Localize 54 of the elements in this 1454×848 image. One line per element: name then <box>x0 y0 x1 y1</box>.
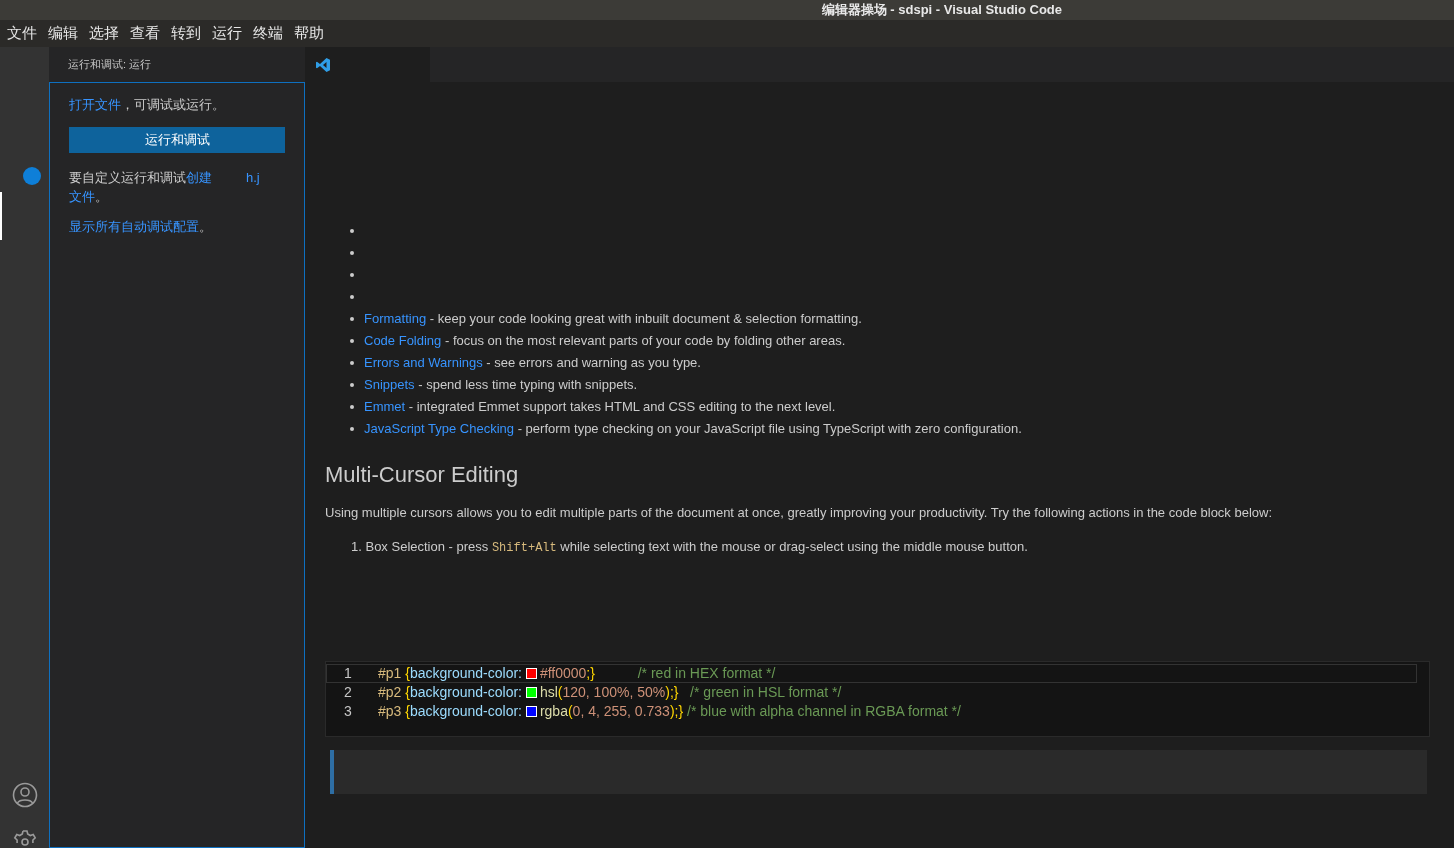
settings-icon[interactable] <box>12 829 38 848</box>
bullet-icon <box>350 317 354 321</box>
menu-item[interactable]: 帮助 <box>294 22 324 45</box>
feature-description: Code Folding - focus on the most relevant parts of your code by folding other areas. <box>364 332 846 350</box>
menu-item[interactable]: 文件 <box>7 22 37 45</box>
menu-item[interactable]: 终端 <box>253 22 283 45</box>
line-number: 1 <box>343 663 353 683</box>
feature-description: Formatting - keep your code looking great with inbuilt document & selection formatting. <box>364 310 862 328</box>
feature-link[interactable]: Emmet <box>364 399 406 414</box>
customize-text: 要自定义运行和调试创建 h.j 文件。 <box>69 168 261 206</box>
feature-link[interactable]: Formatting <box>364 311 427 326</box>
bullet-icon <box>350 405 354 409</box>
code-text: #p2 {background-color: hsl(120, 100%, 50%);} /* green in HSL format */ <box>378 682 842 702</box>
open-file-text: 打开文件，可调试或运行。 <box>69 96 226 114</box>
paragraph: Using multiple cursors allows you to edit multiple parts of the document at once, greatly improving your productivity. Try the following actions in the code block below: <box>325 504 1274 522</box>
feature-link[interactable]: Snippets <box>364 377 415 392</box>
bullet-icon <box>350 339 354 343</box>
vscode-logo-icon <box>315 56 331 73</box>
feature-description: Snippets - spend less time typing with snippets. <box>364 376 638 394</box>
active-indicator <box>0 192 2 240</box>
feature-link[interactable]: JavaScript Type Checking <box>364 421 515 436</box>
section-heading: Multi-Cursor Editing <box>325 461 520 489</box>
list-item: 1. Box Selection - press Shift+Alt while selecting text with the mouse or drag-select using the middle mouse button. <box>351 537 1029 557</box>
menu-item[interactable]: 编辑 <box>48 22 78 45</box>
line-number: 3 <box>343 701 353 721</box>
code-text: #p1 {background-color: #ff0000;} /* red in HEX format */ <box>378 663 776 683</box>
sidebar-title: 运行和调试: 运行 <box>68 57 152 73</box>
bullet-icon <box>350 361 354 365</box>
line-number: 2 <box>343 682 353 702</box>
show-configs-text: 显示所有自动调试配置。 <box>69 217 213 236</box>
create-link[interactable]: 创建 <box>186 169 212 185</box>
editor-tab[interactable] <box>305 47 430 82</box>
menu-item[interactable]: 转到 <box>171 22 201 45</box>
bullet-icon <box>350 229 354 233</box>
run-and-debug-button[interactable]: 运行和调试 <box>69 126 285 153</box>
bullet-icon <box>350 251 354 255</box>
bullet-icon <box>350 383 354 387</box>
feature-description: JavaScript Type Checking - perform type checking on your JavaScript file using TypeScript with zero configuration. <box>364 420 1022 438</box>
show-configs-link[interactable]: 显示所有自动调试配置 <box>69 218 199 234</box>
account-icon[interactable] <box>12 782 38 808</box>
feature-description: Emmet - integrated Emmet support takes HTML and CSS editing to the next level. <box>364 398 836 416</box>
menu-item[interactable]: 选择 <box>89 22 119 45</box>
bullet-icon <box>350 273 354 277</box>
window-title: 编辑器操场 - sdspi - Visual Studio Code <box>821 1 1062 20</box>
feature-link[interactable]: Code Folding <box>364 333 442 348</box>
menu-item[interactable]: 运行 <box>212 22 242 45</box>
menu-item[interactable]: 查看 <box>130 22 160 45</box>
run-debug-icon[interactable] <box>23 167 41 185</box>
feature-description: Errors and Warnings - see errors and warning as you type. <box>364 354 701 372</box>
bullet-icon <box>350 295 354 299</box>
bullet-icon <box>350 427 354 431</box>
open-file-link[interactable]: 打开文件 <box>69 97 121 112</box>
feature-link[interactable]: Errors and Warnings <box>364 355 483 370</box>
code-text: #p3 {background-color: rgba(0, 4, 255, 0.733);} /* blue with alpha channel in RGBA format */ <box>378 701 961 721</box>
